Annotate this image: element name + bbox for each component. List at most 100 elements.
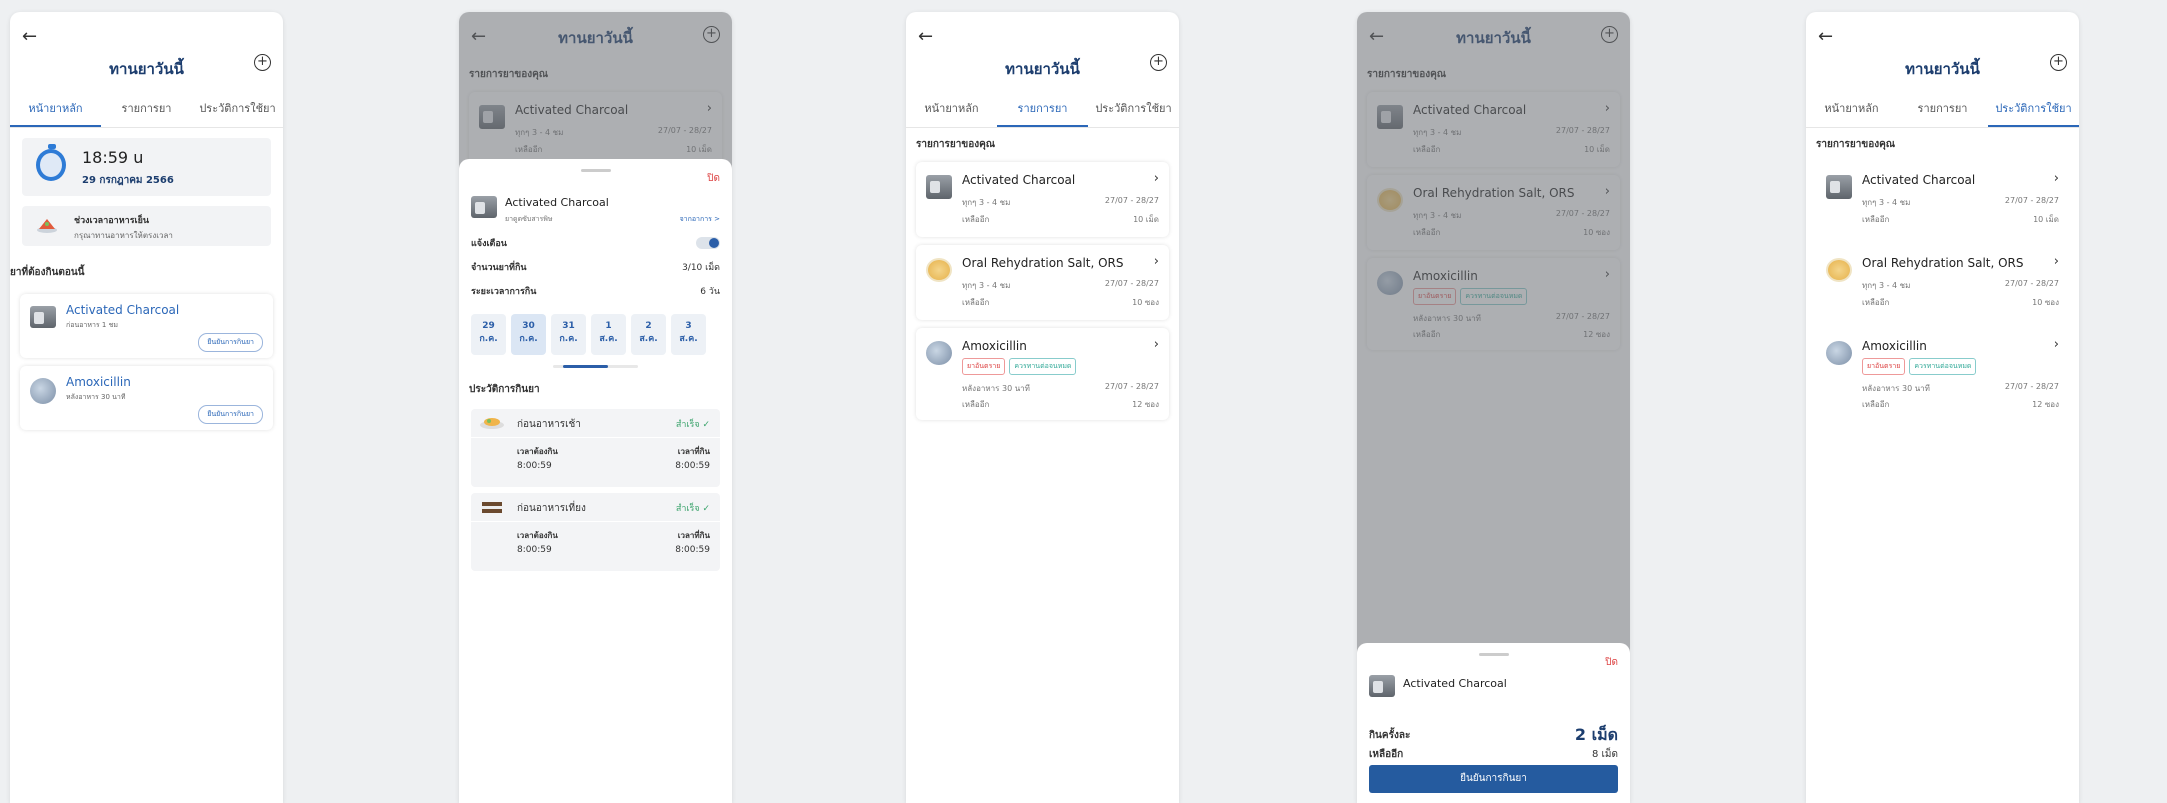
med-card[interactable]: Activated Charcoal › ทุกๆ 3 - 4 ชม 27/07… (916, 162, 1169, 237)
back-arrow-icon[interactable]: ← (918, 26, 933, 47)
remaining-value: 8 เม็ด (1591, 749, 1618, 760)
med-remaining-value: 10 ซอง (1132, 298, 1159, 307)
med-name: Oral Rehydration Salt, ORS (962, 256, 1124, 270)
day-chip[interactable]: 3 ส.ค. (671, 314, 706, 355)
meal-plate-icon (37, 219, 57, 233)
tab-bar: หน้ายาหลัก รายการยา ประวัติการใช้ยา (10, 92, 283, 128)
current-date: 29 กรกฎาคม 2566 (82, 175, 174, 186)
med-remaining-label: เหลืออีก (1862, 215, 1890, 224)
history-meal-title: ก่อนอาหารเช้า (517, 419, 581, 430)
tab-med-list[interactable]: รายการยา (101, 92, 192, 127)
med-frequency: หลังอาหาร 30 นาที (962, 384, 1030, 393)
my-meds-heading: รายการยาของคุณ (1816, 139, 1896, 150)
due-med-card[interactable]: Activated Charcoal ก่อนอาหาร 1 ชม ยืนยัน… (20, 294, 273, 358)
med-tags: ยาอันตราย ควรทานต่อจนหมด (1862, 358, 1977, 375)
history-entry: ก่อนอาหารเที่ยง สำเร็จ ✓ เวลาต้องกิน 8:0… (471, 493, 720, 571)
tab-med-list[interactable]: รายการยา (1897, 92, 1988, 127)
add-plus-icon[interactable]: + (2050, 54, 2067, 71)
pill-bottle-icon (926, 175, 952, 199)
med-card[interactable]: Amoxicillin › ยาอันตราย ควรทานต่อจนหมด ห… (1816, 328, 2069, 420)
tab-history[interactable]: ประวัติการใช้ยา (192, 92, 283, 127)
meal-box: ช่วงเวลาอาหารเย็น กรุณาทานอาหารให้ตรงเวล… (22, 206, 271, 246)
med-frequency: ทุกๆ 3 - 4 ชม (962, 198, 1011, 207)
med-card[interactable]: Activated Charcoal › ทุกๆ 3 - 4 ชม 27/07… (1816, 162, 2069, 237)
pill-bottle-icon (471, 196, 497, 218)
day-scrollbar[interactable] (553, 365, 638, 368)
day-selector: 29 ก.ค. 30 ก.ค. 31 ก.ค. 1 ส.ค. 2 ส.ค. 3 ส.ค. (459, 314, 732, 355)
med-remaining-label: เหลืออีก (1862, 298, 1890, 307)
due-med-name: Amoxicillin (66, 375, 131, 389)
tab-history[interactable]: ประวัติการใช้ยา (1988, 92, 2079, 127)
day-chip[interactable]: 31 ก.ค. (551, 314, 586, 355)
count-value: 3/10 เม็ด (682, 263, 720, 273)
scheduled-time-value: 8:00:59 (517, 545, 552, 555)
back-arrow-icon[interactable]: ← (1818, 26, 1833, 47)
taken-time-value: 8:00:59 (675, 545, 710, 555)
pill-pack-icon (1826, 341, 1852, 365)
notify-row: แจ้งเตือน (459, 236, 732, 250)
breakfast-icon (480, 418, 504, 429)
med-frequency: หลังอาหาร 30 นาที (1862, 384, 1930, 393)
danger-tag: ยาอันตราย (1862, 358, 1906, 375)
tab-home[interactable]: หน้ายาหลัก (10, 92, 101, 127)
day-chip[interactable]: 2 ส.ค. (631, 314, 666, 355)
scheduled-time-label: เวลาต้องกิน (517, 447, 558, 456)
tab-history[interactable]: ประวัติการใช้ยา (1088, 92, 1179, 127)
tab-home[interactable]: หน้ายาหลัก (906, 92, 997, 127)
tab-med-list[interactable]: รายการยา (997, 92, 1088, 127)
header: ← ทานยาวันนี้ + (1806, 12, 2079, 92)
med-card[interactable]: Amoxicillin › ยาอันตราย ควรทานต่อจนหมด ห… (916, 328, 1169, 420)
history-entry: ก่อนอาหารเช้า สำเร็จ ✓ เวลาต้องกิน 8:00:… (471, 409, 720, 487)
count-label: จำนวนยาที่กิน (471, 263, 527, 273)
pill-bottle-icon (1369, 675, 1395, 697)
chevron-right-icon: › (2053, 337, 2059, 352)
confirm-dose-sheet: ปิด Activated Charcoal กินครั้งละ 2 เม็ด… (1357, 643, 1630, 803)
add-plus-icon[interactable]: + (1150, 54, 1167, 71)
day-chip[interactable]: 30 ก.ค. (511, 314, 546, 355)
day-chip[interactable]: 29 ก.ค. (471, 314, 506, 355)
from-symptom-link[interactable]: จากอาการ > (680, 214, 720, 225)
back-arrow-icon[interactable]: ← (22, 26, 37, 47)
med-name: Activated Charcoal (962, 173, 1076, 187)
due-now-heading: ยาที่ต้องกินตอนนี้ (10, 267, 85, 278)
scheduled-time-label: เวลาต้องกิน (517, 531, 558, 540)
screen-home: ← ทานยาวันนี้ + หน้ายาหลัก รายการยา ประว… (10, 12, 283, 803)
page-title: ทานยาวันนี้ (1005, 60, 1080, 78)
med-dates: 27/07 - 28/27 (2004, 196, 2059, 205)
count-row: จำนวนยาที่กิน 3/10 เม็ด (459, 260, 732, 274)
med-remaining-value: 10 เม็ด (2033, 215, 2059, 224)
divider (471, 437, 720, 438)
med-card[interactable]: Oral Rehydration Salt, ORS › ทุกๆ 3 - 4 … (916, 245, 1169, 320)
med-frequency: ทุกๆ 3 - 4 ชม (962, 281, 1011, 290)
screen-confirm-dose: ← ทานยาวันนี้ + รายการยาของคุณ Activated… (1357, 12, 1630, 803)
med-dates: 27/07 - 28/27 (1104, 196, 1159, 205)
add-plus-icon[interactable]: + (254, 54, 271, 71)
med-detail-sheet: ปิด Activated Charcoal ยาดูดซับสารพิษ จา… (459, 159, 732, 803)
taken-time-value: 8:00:59 (675, 461, 710, 471)
screen-med-list: ← ทานยาวันนี้ + หน้ายาหลัก รายการยา ประว… (906, 12, 1179, 803)
remaining-row: เหลืออีก 8 เม็ด (1357, 747, 1630, 762)
chevron-right-icon: › (2053, 254, 2059, 269)
confirm-intake-button[interactable]: ยืนยันการกินยา (198, 405, 263, 424)
chevron-right-icon: › (1153, 171, 1159, 186)
drag-handle[interactable] (1478, 653, 1509, 656)
med-card[interactable]: Oral Rehydration Salt, ORS › ทุกๆ 3 - 4 … (1816, 245, 2069, 320)
due-med-card[interactable]: Amoxicillin หลังอาหาร 30 นาที ยืนยันการก… (20, 366, 273, 430)
ors-sachet-icon (926, 258, 952, 282)
med-dates: 27/07 - 28/27 (1104, 382, 1159, 391)
history-status: สำเร็จ ✓ (675, 504, 710, 514)
confirm-intake-button[interactable]: ยืนยันการกินยา (198, 333, 263, 352)
notify-toggle[interactable] (696, 237, 720, 249)
chevron-right-icon: › (1153, 254, 1159, 269)
taken-time-label: เวลาที่กิน (677, 531, 710, 540)
close-button[interactable]: ปิด (1605, 655, 1618, 670)
day-chip[interactable]: 1 ส.ค. (591, 314, 626, 355)
clock-box: 18:59 u 29 กรกฎาคม 2566 (22, 138, 271, 196)
tab-home[interactable]: หน้ายาหลัก (1806, 92, 1897, 127)
pill-bottle-icon (1826, 175, 1852, 199)
current-time: 18:59 u (82, 148, 144, 167)
dose-label: กินครั้งละ (1369, 730, 1411, 741)
confirm-intake-button[interactable]: ยืนยันการกินยา (1369, 765, 1618, 793)
due-med-instruction: ก่อนอาหาร 1 ชม (66, 321, 118, 329)
meal-title: ช่วงเวลาอาหารเย็น (74, 216, 150, 226)
